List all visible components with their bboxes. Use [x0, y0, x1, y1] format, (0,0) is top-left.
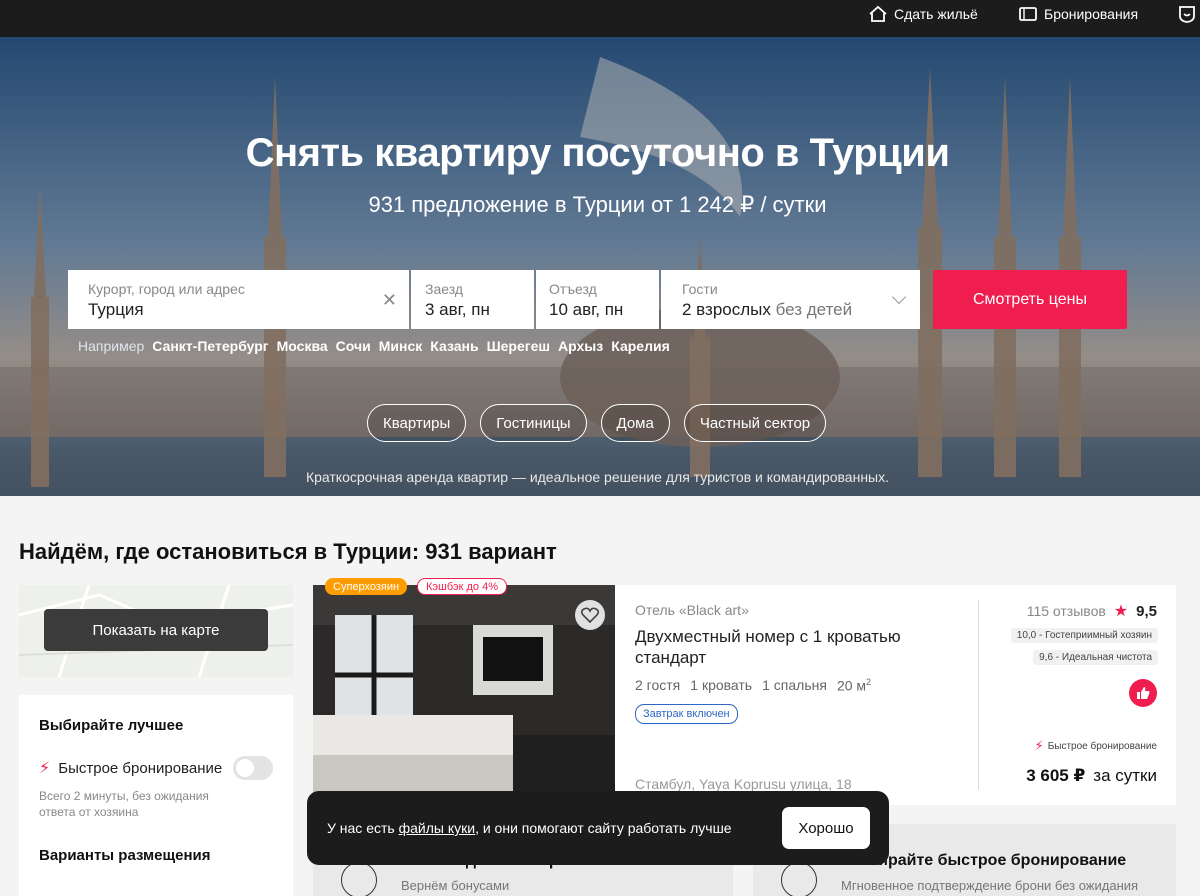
example-link[interactable]: Санкт-Петербург	[152, 338, 268, 354]
examples-label: Например	[78, 338, 145, 354]
show-map-button[interactable]: Показать на карте	[44, 609, 268, 651]
lightning-circle-icon	[781, 862, 817, 896]
results-heading: Найдём, где остановиться в Турции: 931 в…	[19, 539, 557, 564]
listing-rating[interactable]: 115 отзывов ★ 9,5	[1027, 601, 1157, 621]
spec-beds: 1 кровать	[690, 677, 753, 693]
example-link[interactable]: Сочи	[336, 338, 371, 354]
listing-photo[interactable]	[313, 585, 615, 805]
top-bar: Сдать жильё Бронирования	[0, 0, 1200, 37]
listing-fast-booking: ⚡ Быстрое бронирование	[1034, 738, 1157, 753]
guests-field[interactable]: Гости 2 взрослых без детей	[661, 270, 920, 329]
fast-booking-note: Всего 2 минуты, без ожидания ответа от х…	[39, 789, 209, 819]
checkin-value: 3 авг, пн	[425, 300, 490, 319]
destination-value[interactable]: Турция	[88, 300, 409, 320]
listing-title[interactable]: Двухместный номер с 1 кроватью стандарт	[635, 626, 935, 668]
destination-label: Курорт, город или адрес	[88, 281, 245, 297]
rating-chip-clean: 9,6 - Идеальная чистота	[1033, 650, 1158, 665]
room-photo	[313, 585, 615, 805]
checkin-label: Заезд	[425, 281, 464, 297]
example-link[interactable]: Казань	[430, 338, 478, 354]
promo-text: Мгновенное подтверждение брони без ожида…	[841, 878, 1139, 893]
hero-note: Краткосрочная аренда квартир — идеальное…	[305, 469, 890, 485]
guests-label: Гости	[682, 281, 718, 297]
listing-specs: 2 гостя 1 кровать 1 спальня 20 м2	[635, 677, 871, 694]
example-link[interactable]: Карелия	[611, 338, 670, 354]
listing-address: Стамбул, Yaya Koprusu улица, 18	[635, 776, 852, 792]
filters-panel: Выбирайте лучшее ⚡ Быстрое бронирование …	[19, 695, 293, 896]
category-houses[interactable]: Дома	[600, 404, 670, 442]
promo-text: Вернём бонусами	[401, 878, 510, 893]
reviews-count: 115 отзывов	[1026, 603, 1106, 619]
breakfast-tag: Завтрак включен	[635, 704, 738, 724]
guests-value: 2 взрослых без детей	[682, 300, 920, 320]
cookie-link[interactable]: файлы куки	[399, 820, 475, 836]
cookie-banner: У нас есть файлы куки, и они помогают са…	[307, 791, 889, 865]
fast-booking-toggle[interactable]	[233, 756, 273, 780]
cookie-accept-button[interactable]: Хорошо	[782, 807, 870, 849]
spec-bedrooms: 1 спальня	[762, 677, 827, 693]
checkout-value: 10 авг, пн	[549, 300, 624, 319]
spec-guests: 2 гостя	[635, 677, 681, 693]
wallet-icon	[341, 862, 377, 896]
ticket-icon	[1019, 7, 1037, 21]
thumbs-up-icon	[1137, 687, 1150, 699]
search-form: Курорт, город или адрес Турция ✕ Заезд 3…	[68, 270, 920, 329]
example-link[interactable]: Архыз	[558, 338, 603, 354]
heart-icon	[581, 607, 599, 623]
search-examples: Например Санкт-Петербург Москва Сочи Мин…	[78, 338, 670, 354]
cashback-badge: Кэшбэк до 4%	[417, 578, 507, 595]
checkin-field[interactable]: Заезд 3 авг, пн	[411, 270, 534, 329]
destination-field[interactable]: Курорт, город или адрес Турция ✕	[68, 270, 409, 329]
checkout-field[interactable]: Отъезд 10 авг, пн	[536, 270, 659, 329]
hero-section: Снять квартиру посуточно в Турции 931 пр…	[0, 37, 1200, 496]
category-hotels[interactable]: Гостиницы	[480, 404, 587, 442]
spec-area: 20 м2	[836, 677, 872, 694]
rating-chip-host: 10,0 - Гостеприимный хозяин	[1010, 628, 1158, 643]
category-pills: Квартиры Гостиницы Дома Частный сектор	[367, 404, 827, 442]
category-private-sector[interactable]: Частный сектор	[683, 404, 827, 442]
hero-subtitle: 931 предложение в Турции от 1 242 ₽ / су…	[368, 192, 827, 217]
example-link[interactable]: Минск	[379, 338, 423, 354]
search-button[interactable]: Смотреть цены	[933, 270, 1127, 329]
example-link[interactable]: Шерегеш	[487, 338, 550, 354]
listing-type: Отель «Black art»	[635, 602, 749, 618]
fast-booking-row: ⚡ Быстрое бронирование	[39, 756, 273, 780]
hero-title: Снять квартиру посуточно в Турции	[245, 131, 950, 175]
category-apartments[interactable]: Квартиры	[367, 404, 467, 442]
guests-adults: 2 взрослых	[682, 300, 771, 319]
checkout-label: Отъезд	[549, 281, 597, 297]
house-icon	[869, 5, 887, 22]
placement-title: Варианты размещения	[39, 847, 211, 864]
rent-out-label: Сдать жильё	[894, 6, 978, 22]
star-icon: ★	[1113, 603, 1129, 620]
lightning-icon: ⚡	[39, 760, 51, 777]
listing-card[interactable]: Суперхозяин Кэшбэк до 4% Отель «Black ar…	[313, 578, 1176, 805]
filters-title: Выбирайте лучшее	[39, 717, 184, 734]
profile-link[interactable]	[1177, 4, 1197, 24]
listing-price: 3 605 ₽ за сутки	[1026, 766, 1157, 785]
guests-children: без детей	[775, 300, 853, 319]
superhost-badge: Суперхозяин	[325, 578, 408, 595]
example-link[interactable]: Москва	[277, 338, 328, 354]
bookings-label: Бронирования	[1044, 6, 1139, 22]
cookie-text: У нас есть файлы куки, и они помогают са…	[327, 820, 732, 836]
rating-score: 9,5	[1136, 602, 1157, 620]
favorite-button[interactable]	[575, 600, 605, 630]
recommend-badge	[1129, 679, 1157, 707]
fast-booking-label: Быстрое бронирование	[58, 759, 223, 777]
bookings-link[interactable]: Бронирования	[1018, 4, 1138, 24]
rent-out-link[interactable]: Сдать жильё	[868, 4, 978, 24]
map-preview[interactable]: Показать на карте	[19, 585, 293, 677]
shield-smile-icon	[1179, 6, 1195, 23]
clear-icon[interactable]: ✕	[382, 290, 397, 311]
lightning-icon: ⚡	[1034, 738, 1044, 753]
